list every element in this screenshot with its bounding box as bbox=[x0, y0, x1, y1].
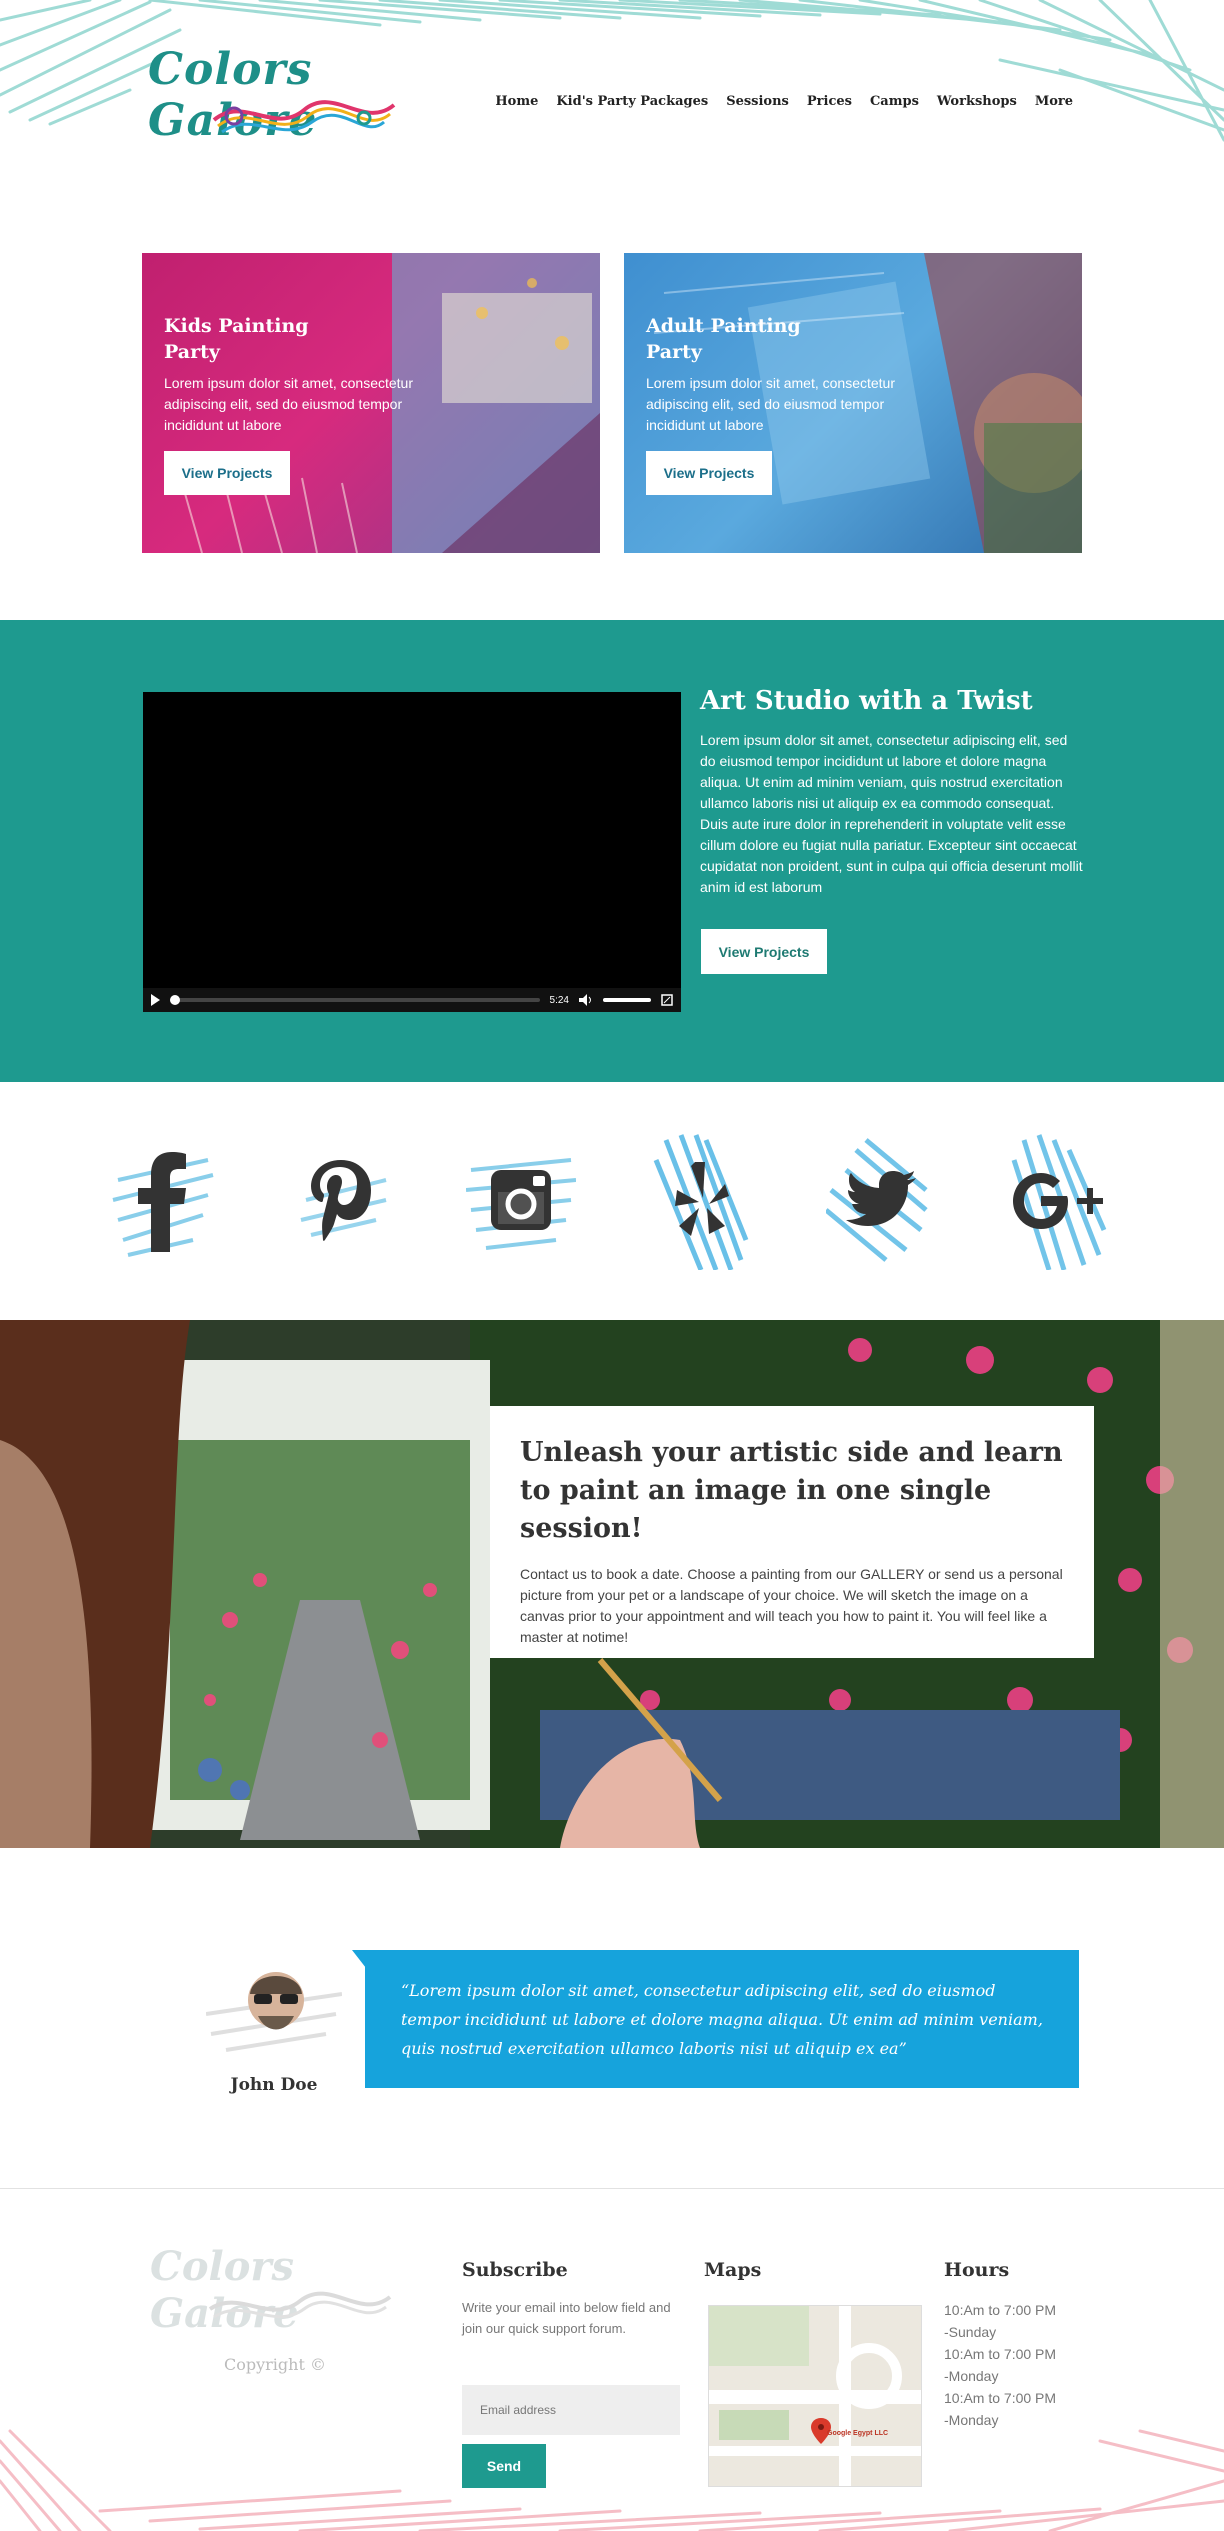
hours-day: -Sunday bbox=[944, 2324, 997, 2340]
volume-icon[interactable] bbox=[579, 994, 593, 1006]
logo-swirl-icon bbox=[212, 100, 396, 134]
paint-session-box: Unleash your artistic side and learn to … bbox=[490, 1406, 1094, 1658]
studio-title: Art Studio with a Twist bbox=[700, 686, 1033, 716]
avatar bbox=[206, 1972, 342, 2052]
paint-session-section: Unleash your artistic side and learn to … bbox=[0, 1320, 1224, 1848]
video-controls: 5:24 bbox=[143, 988, 681, 1012]
kids-card-text: Lorem ipsum dolor sit amet, consectetur … bbox=[164, 375, 413, 433]
nav-prices[interactable]: Prices bbox=[798, 88, 861, 115]
map-embed[interactable]: Google Egypt LLC bbox=[708, 2305, 922, 2487]
adult-card-text: Lorem ipsum dolor sit amet, consectetur … bbox=[646, 375, 895, 433]
google-plus-icon bbox=[994, 1120, 1124, 1280]
nav-camps[interactable]: Camps bbox=[861, 88, 928, 115]
volume-slider[interactable] bbox=[603, 998, 651, 1002]
subscribe-text: Write your email into below field and jo… bbox=[462, 2300, 671, 2336]
site-logo[interactable]: Colors Galore bbox=[148, 44, 408, 146]
twitter-icon bbox=[816, 1120, 946, 1280]
map-pin-label: Google Egypt LLC bbox=[827, 2430, 889, 2437]
instagram-icon bbox=[456, 1120, 586, 1280]
main-nav: Home Kid's Party Packages Sessions Price… bbox=[486, 88, 1082, 115]
yelp-icon bbox=[636, 1120, 766, 1280]
video-progress-bar[interactable] bbox=[170, 995, 540, 1005]
nav-workshops[interactable]: Workshops bbox=[928, 88, 1026, 115]
nav-more[interactable]: More bbox=[1026, 88, 1082, 115]
art-studio-section: 5:24 Art Studio with a Twist Lorem ipsum… bbox=[0, 620, 1224, 1082]
hours-line: 10:Am to 7:00 PM bbox=[944, 2390, 1057, 2406]
play-icon[interactable] bbox=[151, 994, 160, 1006]
studio-view-projects-button[interactable]: View Projects bbox=[701, 929, 827, 974]
quote-notch bbox=[352, 1950, 366, 1968]
testimonial-name: John Doe bbox=[230, 2075, 318, 2095]
studio-text: Lorem ipsum dolor sit amet, consectetur … bbox=[700, 732, 1083, 895]
google-plus-link[interactable] bbox=[994, 1120, 1124, 1280]
instagram-link[interactable] bbox=[456, 1120, 586, 1280]
kids-painting-card: Kids Painting Party Lorem ipsum dolor si… bbox=[142, 253, 600, 553]
twitter-link[interactable] bbox=[816, 1120, 946, 1280]
video-time: 5:24 bbox=[549, 994, 569, 1006]
testimonial-quote-box: “Lorem ipsum dolor sit amet, consectetur… bbox=[365, 1950, 1079, 2088]
nav-kids-party-packages[interactable]: Kid's Party Packages bbox=[547, 88, 717, 115]
map-image bbox=[709, 2306, 921, 2486]
hours-list: 10:Am to 7:00 PM -Sunday 10:Am to 7:00 P… bbox=[944, 2299, 1084, 2431]
facebook-icon bbox=[98, 1120, 228, 1280]
nav-home[interactable]: Home bbox=[486, 88, 547, 115]
adult-card-title: Adult Painting Party bbox=[646, 315, 801, 363]
site-footer: Colors Galore Copyright © Subscribe Writ… bbox=[0, 2188, 1224, 2531]
hours-day: -Monday bbox=[944, 2412, 999, 2428]
footer-logo-swirl-icon bbox=[208, 2291, 392, 2319]
fullscreen-icon[interactable] bbox=[661, 994, 673, 1006]
send-button[interactable]: Send bbox=[462, 2444, 546, 2488]
crayon-texture-bottom bbox=[0, 2429, 1224, 2531]
testimonial-quote: “Lorem ipsum dolor sit amet, consectetur… bbox=[401, 1981, 1043, 2058]
facebook-link[interactable] bbox=[98, 1120, 228, 1280]
site-header: Colors Galore Home Kid's Party Packages … bbox=[0, 0, 1224, 160]
progress-knob[interactable] bbox=[170, 995, 180, 1005]
hours-line: 10:Am to 7:00 PM bbox=[944, 2346, 1057, 2362]
subscribe-title: Subscribe bbox=[462, 2259, 568, 2281]
yelp-link[interactable] bbox=[636, 1120, 766, 1280]
pinterest-link[interactable] bbox=[276, 1120, 406, 1280]
adult-painting-card: Adult Painting Party Lorem ipsum dolor s… bbox=[624, 253, 1082, 553]
video-player[interactable]: 5:24 bbox=[143, 692, 681, 1012]
kids-view-projects-button[interactable]: View Projects bbox=[164, 451, 290, 495]
social-icons-row bbox=[0, 1082, 1224, 1320]
adult-view-projects-button[interactable]: View Projects bbox=[646, 451, 772, 495]
hours-line: 10:Am to 7:00 PM bbox=[944, 2302, 1057, 2318]
pinterest-icon bbox=[276, 1120, 406, 1280]
nav-sessions[interactable]: Sessions bbox=[717, 88, 798, 115]
testimonial-section: John Doe “Lorem ipsum dolor sit amet, co… bbox=[0, 1848, 1224, 2188]
footer-copyright: Copyright © bbox=[224, 2355, 326, 2374]
email-input[interactable] bbox=[462, 2385, 680, 2435]
hours-title: Hours bbox=[944, 2259, 1010, 2281]
footer-logo[interactable]: Colors Galore bbox=[150, 2243, 410, 2337]
paint-session-text: Contact us to book a date. Choose a pain… bbox=[520, 1566, 1063, 1645]
kids-card-title: Kids Painting Party bbox=[164, 315, 309, 363]
paint-session-title: Unleash your artistic side and learn to … bbox=[520, 1437, 1063, 1544]
hours-day: -Monday bbox=[944, 2368, 999, 2384]
maps-title: Maps bbox=[704, 2259, 762, 2281]
